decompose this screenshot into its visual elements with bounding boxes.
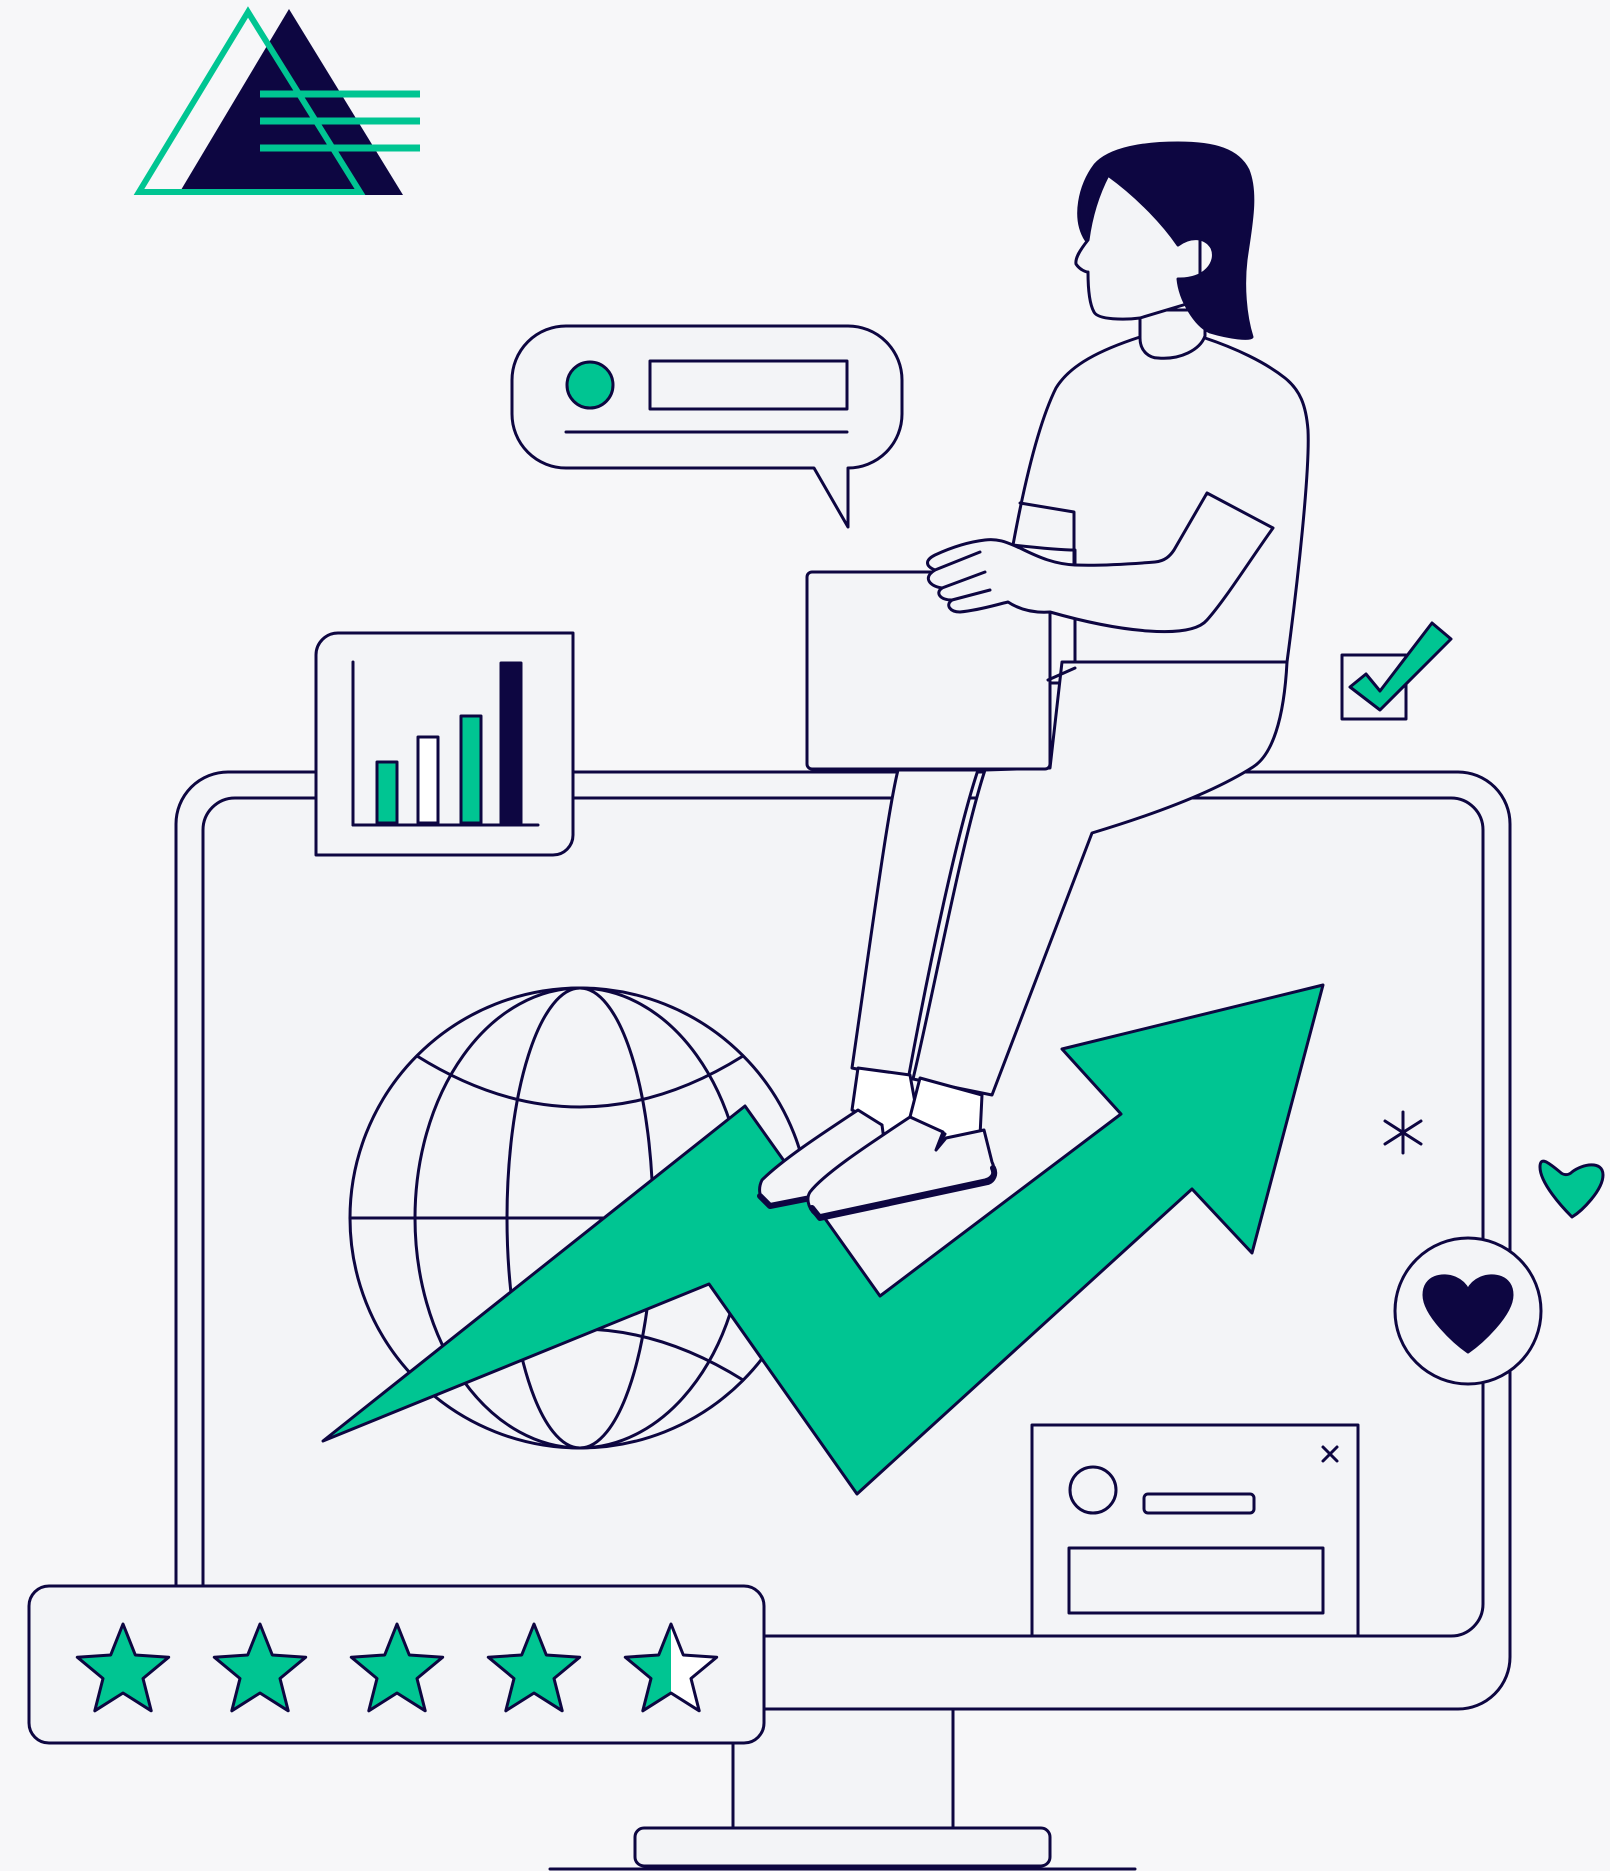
avatar: [1068, 1465, 1118, 1515]
monitor-stand-base: [633, 1826, 1052, 1868]
bar-chart-bar: [375, 760, 399, 825]
heart-badge: [1393, 1236, 1543, 1386]
heart-icon-small: [1538, 1159, 1605, 1219]
notification-card: [1030, 1423, 1360, 1638]
bar-chart-bar: [459, 714, 483, 825]
monitor-stand-neck: [731, 1703, 955, 1832]
bar-chart-bar: [499, 661, 523, 825]
speech-bubble: [510, 324, 904, 529]
speech-bubble-dot-icon: [565, 360, 615, 410]
checkbox-icon: [1340, 621, 1453, 721]
scene-illustration: [27, 6, 1605, 1871]
logo-icon: [133, 6, 420, 195]
bar-chart-bar: [416, 735, 440, 825]
bar-chart-widget: [314, 631, 575, 857]
rating-panel: [27, 1584, 766, 1745]
